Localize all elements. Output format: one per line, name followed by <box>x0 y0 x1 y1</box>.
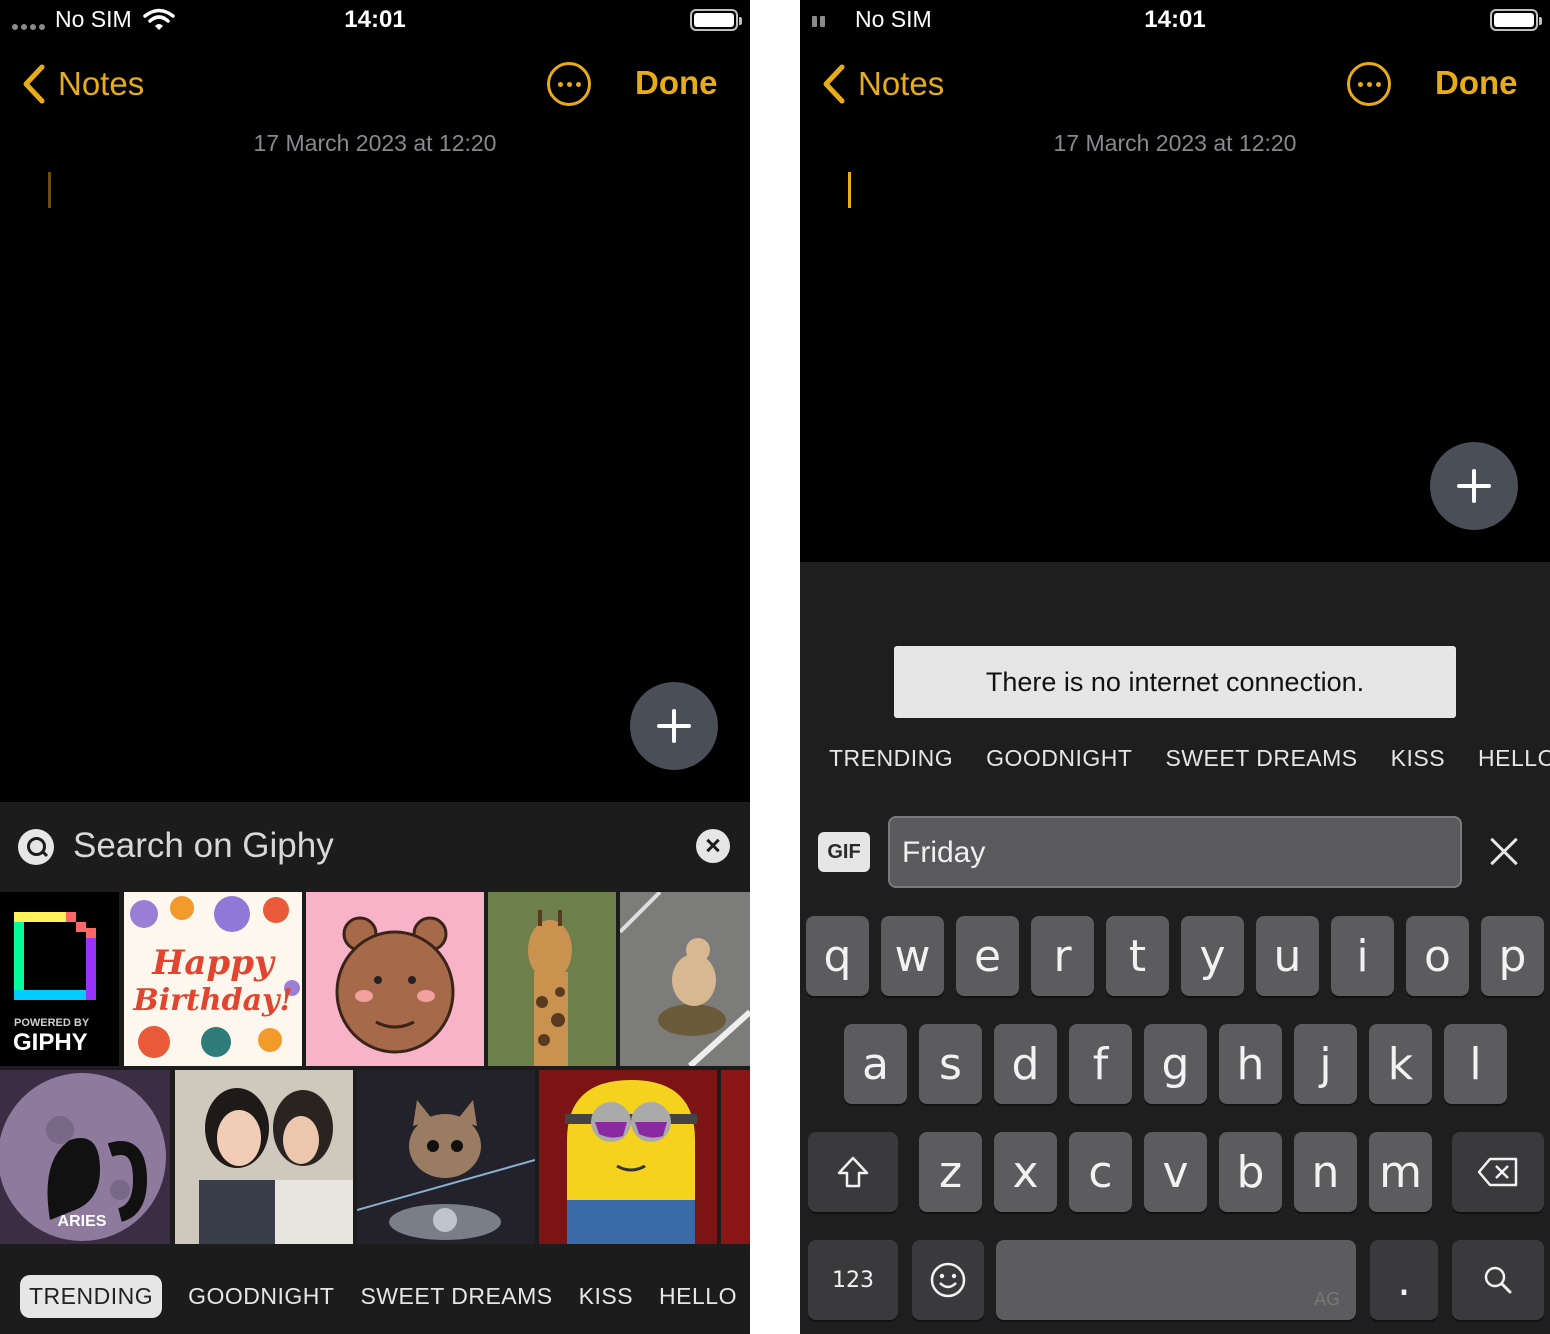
giphy-logo: POWERED BY GIPHY <box>0 892 119 1066</box>
done-button[interactable]: Done <box>1435 64 1518 102</box>
giphy-category-tabs: TRENDING GOODNIGHT SWEET DREAMS KISS HELLO <box>0 1266 750 1326</box>
gif-category-tabs: TRENDING GOODNIGHT SWEET DREAMS KISS HELLO <box>800 736 1550 780</box>
emoji-icon <box>930 1262 966 1298</box>
svg-text:Birthday!: Birthday! <box>132 983 292 1018</box>
key-l[interactable]: l <box>1444 1024 1507 1104</box>
key-q[interactable]: q <box>806 916 869 996</box>
key-d[interactable]: d <box>994 1024 1057 1104</box>
key-b[interactable]: b <box>1219 1132 1282 1212</box>
key-t[interactable]: t <box>1106 916 1169 996</box>
key-a[interactable]: a <box>844 1024 907 1104</box>
tab-hello[interactable]: HELLO <box>659 1283 737 1310</box>
status-bar: No SIM 14:01 <box>800 0 1550 44</box>
tab-trending[interactable]: TRENDING <box>829 745 953 772</box>
back-button[interactable]: Notes <box>818 62 944 106</box>
chevron-left-icon <box>823 64 845 104</box>
gif-keyboard: There is no internet connection. TRENDIN… <box>800 562 1550 1334</box>
aries-label: ARIES <box>58 1213 107 1230</box>
gif-search-input[interactable]: Friday <box>888 816 1462 888</box>
gif-minion[interactable] <box>539 1070 717 1244</box>
no-connection-toast: There is no internet connection. <box>894 646 1456 718</box>
gif-cat-motorcycle[interactable] <box>357 1070 535 1244</box>
giphy-name-label: GIPHY <box>13 1029 88 1056</box>
key-h[interactable]: h <box>1219 1024 1282 1104</box>
tab-hello[interactable]: HELLO <box>1478 745 1550 772</box>
search-input[interactable]: Search on Giphy <box>73 826 334 866</box>
tab-kiss[interactable]: KISS <box>1391 745 1445 772</box>
key-r[interactable]: r <box>1031 916 1094 996</box>
tab-sweet-dreams[interactable]: SWEET DREAMS <box>1165 745 1357 772</box>
battery-icon <box>690 9 742 31</box>
clock: 14:01 <box>1144 6 1206 33</box>
gif-dog-tortoise[interactable] <box>620 892 750 1066</box>
backspace-icon <box>1477 1157 1518 1187</box>
key-w[interactable]: w <box>881 916 944 996</box>
back-button[interactable]: Notes <box>18 62 144 106</box>
key-x[interactable]: x <box>994 1132 1057 1212</box>
space-key[interactable]: AG <box>996 1240 1356 1320</box>
tab-kiss[interactable]: KISS <box>579 1283 633 1310</box>
tab-goodnight[interactable]: GOODNIGHT <box>188 1283 334 1310</box>
key-y[interactable]: y <box>1181 916 1244 996</box>
key-u[interactable]: u <box>1256 916 1319 996</box>
add-button[interactable] <box>1430 442 1518 530</box>
phone-screen-right: No SIM 14:01 Notes Done 17 March 2023 at… <box>800 0 1550 1334</box>
search-icon <box>18 829 54 865</box>
phone-screen-left: No SIM 14:01 Notes Done 17 March 2023 at… <box>0 0 750 1334</box>
text-cursor <box>848 172 851 208</box>
key-g[interactable]: g <box>1144 1024 1207 1104</box>
clock: 14:01 <box>344 6 406 33</box>
back-label: Notes <box>58 65 145 102</box>
text-cursor <box>48 172 51 208</box>
key-m[interactable]: m <box>1369 1132 1432 1212</box>
giphy-search-bar[interactable]: Search on Giphy <box>0 802 750 892</box>
key-f[interactable]: f <box>1069 1024 1132 1104</box>
gif-partial[interactable] <box>721 1070 750 1244</box>
gif-badge: GIF <box>818 832 870 872</box>
gif-girls[interactable] <box>175 1070 353 1244</box>
back-label: Notes <box>858 65 945 102</box>
note-date: 17 March 2023 at 12:20 <box>253 130 497 156</box>
key-i[interactable]: i <box>1331 916 1394 996</box>
more-options-button[interactable] <box>547 62 591 106</box>
key-z[interactable]: z <box>919 1132 982 1212</box>
key-v[interactable]: v <box>1144 1132 1207 1212</box>
close-icon[interactable] <box>1488 836 1520 868</box>
search-key[interactable] <box>1452 1240 1544 1320</box>
emoji-key[interactable] <box>912 1240 984 1320</box>
search-icon <box>1484 1266 1512 1294</box>
key-o[interactable]: o <box>1406 916 1469 996</box>
key-k[interactable]: k <box>1369 1024 1432 1104</box>
tab-trending[interactable]: TRENDING <box>20 1274 163 1318</box>
tab-goodnight[interactable]: GOODNIGHT <box>986 745 1132 772</box>
chevron-left-icon <box>23 64 45 104</box>
gif-giraffe[interactable] <box>488 892 616 1066</box>
shift-key[interactable] <box>808 1132 898 1212</box>
key-j[interactable]: j <box>1294 1024 1357 1104</box>
gif-aries[interactable]: ARIES <box>0 1070 170 1244</box>
status-bar: No SIM 14:01 <box>0 0 750 44</box>
add-button[interactable] <box>630 682 718 770</box>
key-c[interactable]: c <box>1069 1132 1132 1212</box>
note-date: 17 March 2023 at 12:20 <box>1053 130 1297 156</box>
gif-happy-birthday[interactable]: Happy Birthday! <box>124 892 302 1066</box>
svg-text:Happy: Happy <box>151 943 276 983</box>
delete-key[interactable] <box>1452 1132 1544 1212</box>
giphy-powered-label: POWERED BY <box>14 1017 90 1029</box>
key-n[interactable]: n <box>1294 1132 1357 1212</box>
tab-sweet-dreams[interactable]: SWEET DREAMS <box>360 1283 552 1310</box>
clear-icon[interactable] <box>696 829 730 863</box>
key-s[interactable]: s <box>919 1024 982 1104</box>
period-key[interactable]: . <box>1370 1240 1438 1320</box>
key-p[interactable]: p <box>1481 916 1544 996</box>
giphy-keyboard: Search on Giphy POWERED BY GIPHY Happy B… <box>0 802 750 1334</box>
space-watermark: AG <box>1314 1289 1340 1310</box>
more-options-button[interactable] <box>1347 62 1391 106</box>
key-e[interactable]: e <box>956 916 1019 996</box>
shift-icon <box>837 1156 869 1188</box>
numbers-key[interactable]: 123 <box>808 1240 898 1320</box>
gif-bear[interactable] <box>306 892 484 1066</box>
battery-icon <box>1490 9 1542 31</box>
done-button[interactable]: Done <box>635 64 718 102</box>
